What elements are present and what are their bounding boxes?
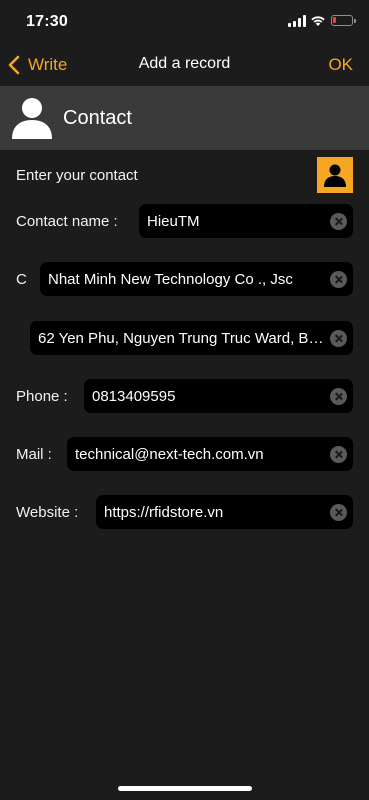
phone-field	[84, 379, 353, 413]
address-field	[30, 321, 353, 355]
phone-label: Phone :	[16, 388, 68, 405]
wifi-icon	[311, 16, 325, 26]
contact-icon	[324, 164, 346, 187]
clear-contact-name-icon[interactable]	[330, 212, 347, 230]
clear-address-icon[interactable]	[330, 329, 347, 347]
user-avatar-icon	[12, 98, 52, 139]
clear-mail-icon[interactable]	[330, 445, 347, 463]
contact-name-field	[139, 204, 353, 238]
navigation-bar: Write Add a record OK	[0, 44, 369, 86]
page-title: Add a record	[138, 55, 231, 72]
clear-company-icon[interactable]	[330, 270, 347, 288]
pick-contact-button[interactable]	[317, 157, 353, 193]
phone-input[interactable]	[84, 379, 330, 413]
company-field	[40, 262, 353, 296]
website-field	[96, 495, 353, 529]
website-input[interactable]	[96, 495, 330, 529]
battery-icon	[331, 15, 356, 26]
signal-icon	[288, 15, 306, 27]
company-label: C	[16, 271, 27, 288]
clear-phone-icon[interactable]	[330, 387, 347, 405]
status-bar: 17:30	[0, 0, 369, 44]
status-time: 17:30	[26, 13, 68, 30]
website-label: Website :	[16, 504, 79, 521]
clear-website-icon[interactable]	[330, 503, 347, 521]
contact-name-input[interactable]	[139, 204, 330, 238]
company-input[interactable]	[40, 262, 330, 296]
address-input[interactable]	[30, 321, 330, 355]
hint-text: Enter your contact	[16, 167, 138, 184]
section-title: Contact	[63, 107, 132, 129]
mail-label: Mail :	[16, 446, 52, 463]
contact-name-label: Contact name :	[16, 213, 118, 230]
ok-button[interactable]: OK	[328, 55, 353, 75]
home-indicator	[118, 786, 252, 791]
section-header: Contact	[0, 86, 369, 150]
mail-field	[67, 437, 353, 471]
mail-input[interactable]	[67, 437, 330, 471]
